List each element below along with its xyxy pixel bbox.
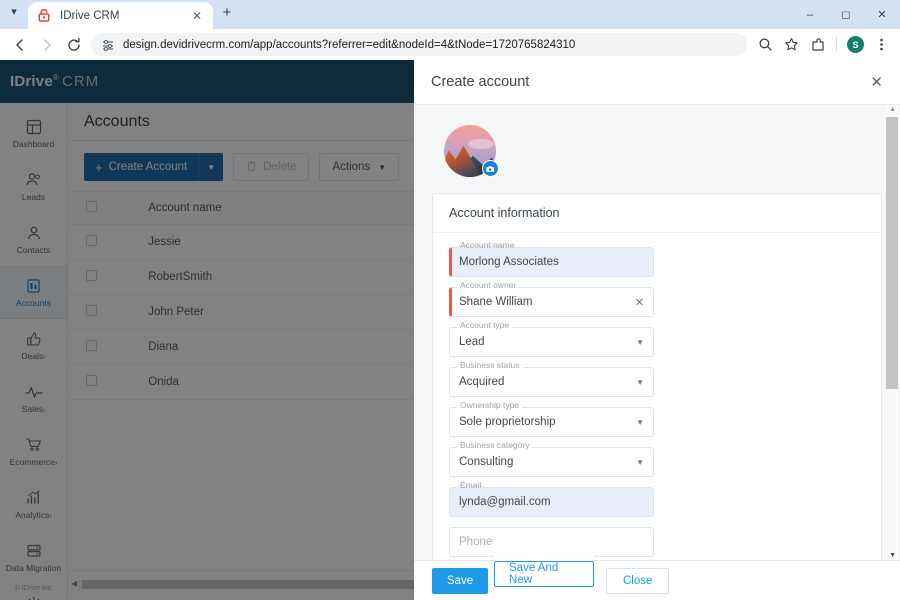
window-controls: – ◻ ✕ <box>792 0 900 29</box>
close-button[interactable]: Close <box>606 567 670 594</box>
field-label: Business status <box>457 361 523 370</box>
search-icon[interactable] <box>753 32 778 57</box>
save-and-new-popup: Save And New <box>494 551 594 597</box>
browser-tab-title: IDrive CRM <box>60 9 120 22</box>
business-status-select[interactable]: Acquired <box>459 376 504 388</box>
modal-scrollbar-thumb[interactable] <box>886 117 898 389</box>
field-account-owner[interactable]: Account owner Shane William ✕ <box>449 281 654 317</box>
close-icon[interactable]: ✕ <box>864 0 900 29</box>
create-account-modal: Create account ✕ Account information Acc… <box>414 60 900 600</box>
field-business-category[interactable]: Business category Consulting ▼ <box>449 441 654 477</box>
phone-input-placeholder[interactable]: Phone <box>459 536 492 548</box>
chevron-down-icon[interactable]: ▼ <box>636 418 644 427</box>
ownership-type-select[interactable]: Sole proprietorship <box>459 416 556 428</box>
field-label: Ownership type <box>457 401 523 410</box>
toolbar-divider <box>836 37 837 52</box>
modal-scroll-content: Account information Account name Morlong… <box>414 105 900 560</box>
field-account-name[interactable]: Account name Morlong Associates <box>449 241 654 277</box>
account-type-select[interactable]: Lead <box>459 336 485 348</box>
account-avatar[interactable] <box>444 125 499 177</box>
camera-icon[interactable] <box>482 160 499 177</box>
crm-page: IDrive® CRM Dashboard Leads Contacts Acc… <box>0 60 900 600</box>
field-label: Account name <box>457 241 518 250</box>
chevron-down-icon[interactable]: ▾ <box>0 0 28 29</box>
browser-tool-icons: S <box>753 32 894 57</box>
bookmark-star-icon[interactable] <box>779 32 804 57</box>
avatar[interactable]: S <box>843 32 868 57</box>
account-name-input[interactable]: Morlong Associates <box>459 256 559 268</box>
chevron-down-icon[interactable]: ▼ <box>636 338 644 347</box>
field-label: Account owner <box>457 281 520 290</box>
close-icon[interactable]: ✕ <box>189 8 205 24</box>
extensions-icon[interactable] <box>805 32 830 57</box>
idrive-lock-favicon <box>36 8 52 24</box>
field-account-type[interactable]: Account type Lead ▼ <box>449 321 654 357</box>
field-business-status[interactable]: Business status Acquired ▼ <box>449 361 654 397</box>
modal-title: Create account <box>431 74 530 90</box>
forward-arrow-icon[interactable] <box>33 31 60 58</box>
account-information-fields: Account name Morlong Associates Account … <box>449 241 865 560</box>
field-ownership-type[interactable]: Ownership type Sole proprietorship ▼ <box>449 401 654 437</box>
browser-tabstrip: ▾ IDrive CRM ✕ + – ◻ ✕ <box>0 0 900 29</box>
address-bar[interactable]: design.devidrivecrm.com/app/accounts?ref… <box>91 33 747 56</box>
chevron-down-icon[interactable]: ▼ <box>636 378 644 387</box>
reload-icon[interactable] <box>60 31 87 58</box>
save-button[interactable]: Save <box>432 567 488 594</box>
field-label: Business category <box>457 441 533 450</box>
card-heading: Account information <box>433 194 881 233</box>
chevron-down-icon[interactable]: ▼ <box>636 458 644 467</box>
business-category-select[interactable]: Consulting <box>459 456 513 468</box>
browser-window: ▾ IDrive CRM ✕ + – ◻ ✕ design.devidrivec… <box>0 0 900 600</box>
modal-header: Create account ✕ <box>414 60 900 105</box>
browser-tab[interactable]: IDrive CRM ✕ <box>28 2 213 29</box>
account-information-card: Account information Account name Morlong… <box>432 193 882 560</box>
field-email[interactable]: Email lynda@gmail.com <box>449 481 654 517</box>
modal-footer: Save Close Save And New <box>414 551 900 600</box>
back-arrow-icon[interactable] <box>6 31 33 58</box>
field-label: Account type <box>457 321 513 330</box>
scroll-up-arrow-icon[interactable]: ▲ <box>889 106 896 113</box>
address-bar-url[interactable]: design.devidrivecrm.com/app/accounts?ref… <box>123 39 575 51</box>
avatar-cloud-decoration <box>468 139 494 149</box>
page-settings-icon[interactable] <box>101 38 115 52</box>
modal-body: Account information Account name Morlong… <box>414 105 900 560</box>
browser-toolbar: design.devidrivecrm.com/app/accounts?ref… <box>0 29 900 60</box>
save-and-new-button[interactable]: Save And New <box>494 561 594 587</box>
three-dot-menu-icon[interactable] <box>869 32 894 57</box>
profile-initial: S <box>847 36 864 53</box>
clear-icon[interactable]: ✕ <box>635 296 644 309</box>
scroll-down-arrow-icon[interactable]: ▼ <box>889 552 896 559</box>
field-label: Email <box>457 481 485 490</box>
plus-icon[interactable]: + <box>213 0 241 29</box>
email-input[interactable]: lynda@gmail.com <box>459 496 551 508</box>
minimize-icon[interactable]: – <box>792 0 828 29</box>
close-icon[interactable]: ✕ <box>870 75 883 90</box>
maximize-icon[interactable]: ◻ <box>828 0 864 29</box>
account-owner-input[interactable]: Shane William <box>459 296 533 308</box>
